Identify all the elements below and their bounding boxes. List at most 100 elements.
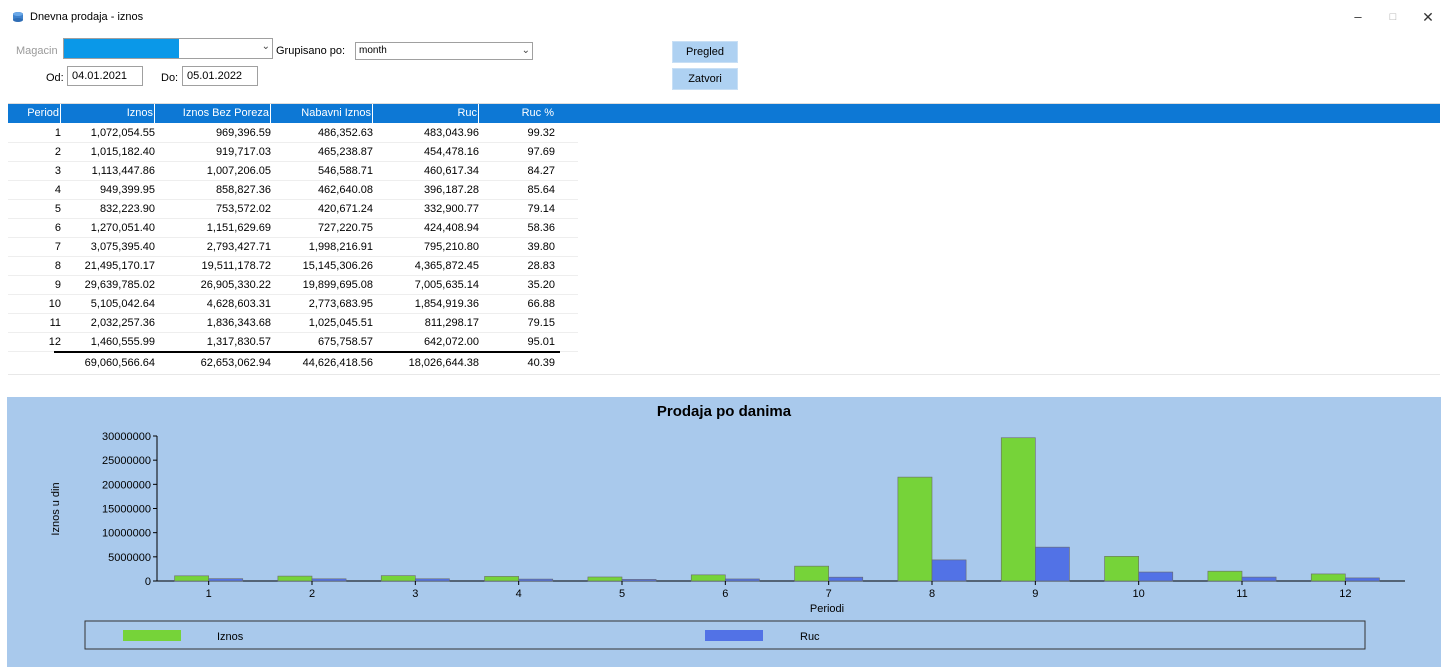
cell-ruc-percent: 79.14: [527, 203, 555, 215]
maximize-icon[interactable]: □: [1383, 8, 1403, 26]
table-row[interactable]: 10 5,105,042.64 4,628,603.31 2,773,683.95 1,…: [8, 295, 578, 314]
table-row[interactable]: 3 1,113,447.86 1,007,206.05 546,588.71 460,6…: [8, 162, 578, 181]
table-row[interactable]: 6 1,270,051.40 1,151,629.69 727,220.75 424,4…: [8, 219, 578, 238]
column-header-ruc-percent[interactable]: Ruc %: [481, 104, 555, 123]
cell-iznos-bez-poreza: 1,836,343.68: [206, 317, 271, 329]
y-tick-label: 25000000: [102, 455, 151, 467]
x-tick-label: 7: [826, 588, 832, 600]
magacin-select[interactable]: ⌄: [63, 38, 273, 59]
legend-label-ruc: Ruc: [800, 631, 820, 643]
chevron-down-icon[interactable]: ⌄: [262, 41, 270, 52]
pregled-button[interactable]: Pregled: [672, 41, 738, 63]
y-tick-label: 30000000: [102, 431, 151, 443]
cell-period: 8: [54, 260, 61, 272]
bar-iznos: [690, 574, 726, 582]
table-row[interactable]: 7 3,075,395.40 2,793,427.71 1,998,216.91 795…: [8, 238, 578, 257]
database-icon: [13, 12, 23, 22]
bar-ruc: [415, 578, 450, 582]
column-header-nabavni-iznos[interactable]: Nabavni Iznos: [273, 104, 373, 123]
bar-iznos: [380, 575, 416, 582]
y-tick-label: 15000000: [102, 504, 151, 516]
y-tick-label: 5000000: [108, 552, 151, 564]
y-tick-label: 20000000: [102, 479, 151, 491]
column-header-iznos[interactable]: Iznos: [63, 104, 155, 123]
table-row[interactable]: 4 949,399.95 858,827.36 462,640.08 396,187.2…: [8, 181, 578, 200]
cell-iznos: 29,639,785.02: [84, 279, 155, 291]
table-row[interactable]: 2 1,015,182.40 919,717.03 465,238.87 454,478…: [8, 143, 578, 162]
table-row[interactable]: 8 21,495,170.17 19,511,178.72 15,145,306.26…: [8, 257, 578, 276]
cell-ruc-percent: 95.01: [527, 336, 555, 348]
bar-ruc: [828, 576, 864, 582]
cell-iznos: 1,072,054.55: [90, 127, 155, 139]
column-header-period[interactable]: Period: [8, 104, 61, 123]
cell-ruc-percent: 35.20: [527, 279, 555, 291]
y-axis-label: Iznos u din: [50, 482, 62, 535]
column-header-iznos-bez-poreza[interactable]: Iznos Bez Poreza: [157, 104, 271, 123]
cell-iznos: 949,399.95: [99, 184, 155, 196]
bar-ruc: [208, 578, 244, 582]
x-tick-label: 9: [1032, 588, 1038, 600]
od-label: Od:: [46, 72, 64, 84]
table-row[interactable]: 1 1,072,054.55 969,396.59 486,352.63 483,043…: [8, 124, 578, 143]
total-ruc-percent: 40.39: [527, 357, 555, 369]
grupisano-select[interactable]: month ⌄: [355, 42, 533, 60]
y-tick-label: 10000000: [102, 528, 151, 540]
cell-nabavni-iznos: 465,238.87: [317, 146, 373, 158]
cell-period: 3: [54, 165, 61, 177]
bar-iznos: [277, 575, 313, 582]
cell-ruc-percent: 99.32: [527, 127, 555, 139]
zatvori-button[interactable]: Zatvori: [672, 68, 738, 90]
table-row[interactable]: 9 29,639,785.02 26,905,330.22 19,899,695.08…: [8, 276, 578, 295]
do-label: Do:: [161, 72, 179, 84]
bar-iznos: [484, 576, 519, 582]
cell-ruc: 4,365,872.45: [414, 260, 479, 272]
cell-period: 1: [54, 127, 61, 139]
sales-chart: Prodaja po danima 0 5000000 10000000 150000…: [7, 397, 1441, 667]
cell-nabavni-iznos: 727,220.75: [317, 222, 373, 234]
table-row[interactable]: 5 832,223.90 753,572.02 420,671.24 332,900.7…: [8, 200, 578, 219]
cell-nabavni-iznos: 420,671.24: [317, 203, 373, 215]
table-row[interactable]: 12 1,460,555.99 1,317,830.57 675,758.57 642,…: [8, 333, 578, 352]
data-grid[interactable]: Period Iznos Iznos Bez Poreza Nabavni Iz…: [8, 103, 1440, 393]
magacin-selected-value: [64, 39, 179, 58]
od-date-field[interactable]: 04.01.2021: [67, 66, 143, 86]
x-tick-label: 1: [206, 588, 212, 600]
cell-nabavni-iznos: 15,145,306.26: [302, 260, 373, 272]
cell-iznos: 3,075,395.40: [90, 241, 155, 253]
cell-nabavni-iznos: 486,352.63: [317, 127, 373, 139]
x-tick-label: 8: [929, 588, 935, 600]
cell-period: 11: [49, 317, 61, 329]
bar-iznos: [174, 575, 209, 582]
bar-ruc: [621, 579, 657, 582]
table-row[interactable]: 11 2,032,257.36 1,836,343.68 1,025,045.51 81…: [8, 314, 578, 333]
cell-ruc: 483,043.96: [423, 127, 479, 139]
x-tick-label: 2: [309, 588, 315, 600]
cell-ruc-percent: 97.69: [527, 146, 555, 158]
bar-ruc: [1345, 577, 1380, 582]
cell-iznos-bez-poreza: 4,628,603.31: [206, 298, 271, 310]
window-title: Dnevna prodaja - iznos: [30, 11, 144, 23]
cell-ruc: 795,210.80: [423, 241, 479, 253]
chevron-down-icon[interactable]: ⌄: [522, 45, 530, 56]
x-tick-label: 5: [619, 588, 625, 600]
grid-header: Period Iznos Iznos Bez Poreza Nabavni Iz…: [8, 104, 1440, 123]
cell-ruc-percent: 79.15: [527, 317, 555, 329]
x-tick-label: 4: [516, 588, 522, 600]
close-icon[interactable]: ✕: [1418, 8, 1438, 26]
bar-ruc: [725, 578, 760, 582]
cell-iznos: 1,113,447.86: [91, 165, 155, 177]
cell-ruc: 424,408.94: [423, 222, 479, 234]
title-bar: Dnevna prodaja - iznos – □ ✕: [0, 0, 1447, 34]
cell-iznos-bez-poreza: 858,827.36: [215, 184, 271, 196]
minimize-icon[interactable]: –: [1348, 8, 1368, 26]
cell-iznos-bez-poreza: 1,317,830.57: [206, 336, 271, 348]
cell-iznos-bez-poreza: 19,511,178.72: [201, 260, 271, 272]
column-header-ruc[interactable]: Ruc: [375, 104, 479, 123]
do-date-field[interactable]: 05.01.2022: [182, 66, 258, 86]
magacin-label: Magacin: [16, 45, 58, 57]
cell-nabavni-iznos: 1,998,216.91: [308, 241, 373, 253]
x-tick-label: 12: [1339, 588, 1351, 600]
cell-iznos: 1,015,182.40: [90, 146, 155, 158]
grupisano-label: Grupisano po:: [276, 45, 346, 57]
cell-period: 6: [54, 222, 61, 234]
